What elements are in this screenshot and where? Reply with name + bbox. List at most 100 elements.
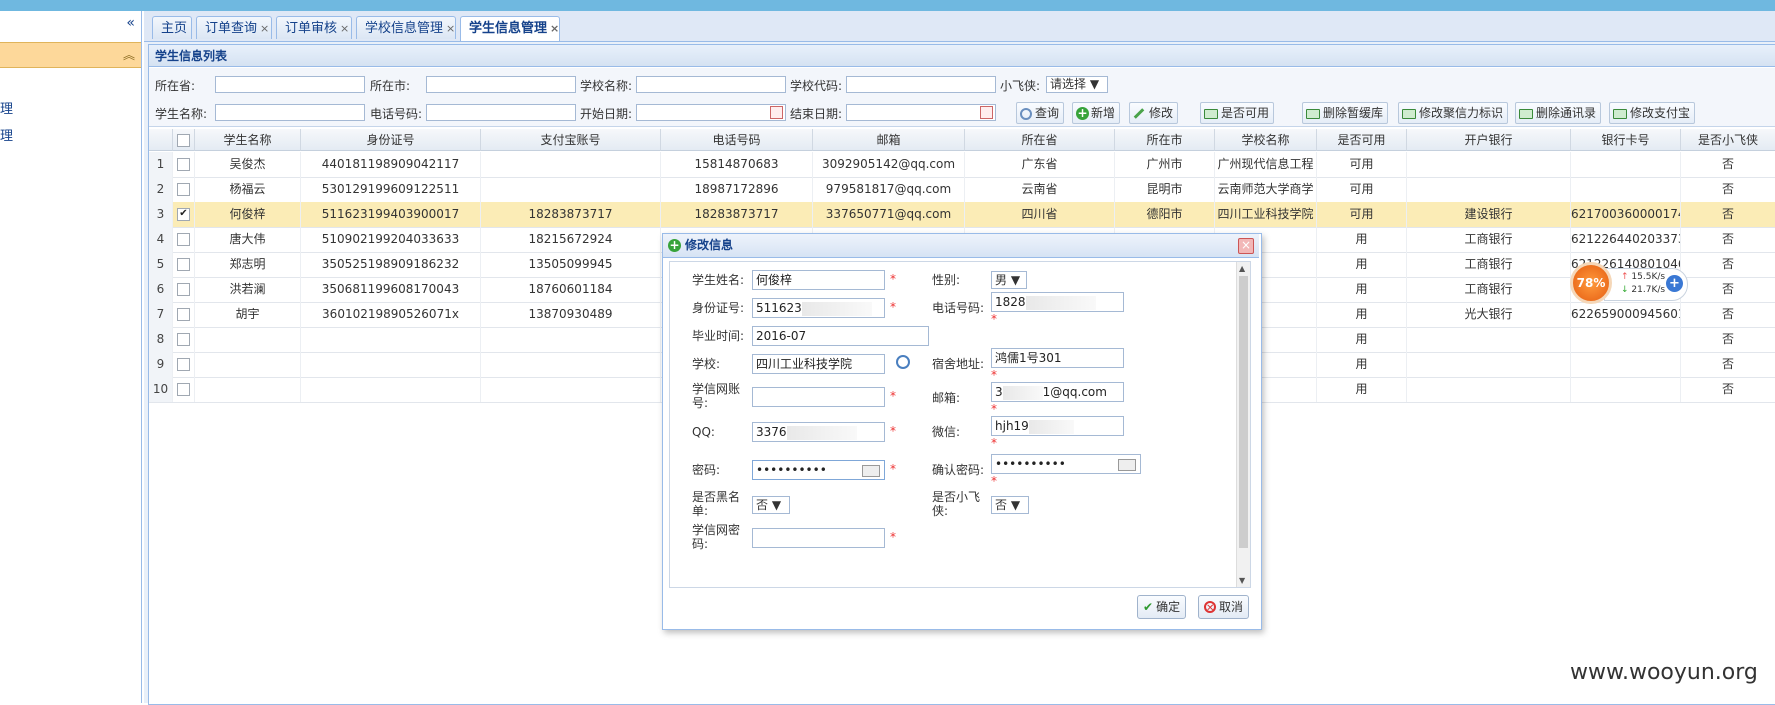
keyboard-icon[interactable] (862, 465, 880, 477)
row-checkbox[interactable] (177, 158, 190, 171)
tab-order-query[interactable]: 订单查询 × (196, 16, 272, 39)
sidebar-item[interactable]: 理 (0, 98, 13, 117)
xuexin-password-input[interactable] (752, 528, 885, 548)
double-chevron-left-icon[interactable]: « (126, 15, 135, 31)
city-input[interactable] (426, 76, 576, 93)
school-code-input[interactable] (846, 76, 996, 93)
row-checkbox[interactable] (177, 308, 190, 321)
select-all-checkbox[interactable] (177, 134, 190, 147)
row-checkbox-cell (173, 377, 195, 402)
edit-alipay-button[interactable]: 修改支付宝 (1609, 102, 1696, 124)
delete-temp-button[interactable]: 删除暂缓库 (1302, 102, 1389, 124)
tab-order-review[interactable]: 订单审核 × (276, 16, 352, 39)
edit-jxl-button[interactable]: 修改聚信力标识 (1398, 102, 1509, 124)
phone-input[interactable]: 1828 (991, 292, 1124, 312)
school-name-input[interactable] (636, 76, 786, 93)
table-cell (195, 377, 301, 402)
close-icon[interactable]: × (550, 22, 559, 35)
xuexin-account-input[interactable] (752, 387, 885, 407)
close-icon[interactable]: × (1238, 238, 1254, 254)
cancel-button[interactable]: ✕ 取消 (1198, 595, 1250, 619)
keyboard-icon[interactable] (1118, 459, 1136, 471)
column-header[interactable]: 学生名称 (195, 129, 301, 151)
row-checkbox[interactable] (177, 233, 190, 246)
idcard-input[interactable]: 511623 (752, 298, 885, 318)
column-header[interactable]: 学校名称 (1215, 129, 1317, 151)
table-cell: 否 (1681, 352, 1775, 377)
email-prefix: 3 (995, 385, 1003, 399)
row-checkbox[interactable] (177, 333, 190, 346)
gender-select[interactable]: 男 ▼ (991, 271, 1027, 289)
end-date-input[interactable] (846, 104, 996, 121)
add-label: 新增 (1091, 106, 1116, 120)
row-checkbox[interactable] (177, 183, 190, 196)
email-input[interactable]: 3 1@qq.com (991, 382, 1124, 402)
delete-contacts-button[interactable]: 删除通讯录 (1515, 102, 1602, 124)
close-icon[interactable]: × (340, 22, 349, 35)
scrollbar-thumb[interactable] (1239, 276, 1248, 548)
row-number: 7 (149, 302, 173, 327)
student-name-input[interactable] (215, 104, 365, 121)
table-row[interactable]: 2 杨福云 530129199609122511 18987172896 9795818… (149, 177, 1775, 203)
xiaofeixia-select[interactable]: 请选择 ▼ (1046, 76, 1108, 93)
confirm-password-input[interactable]: •••••••••• (991, 454, 1141, 474)
dialog-scrollbar[interactable]: ▲ ▼ (1236, 262, 1250, 587)
phone-input[interactable] (426, 104, 576, 121)
dorm-input[interactable]: 鸿儒1号301 (991, 348, 1124, 368)
double-chevron-up-icon[interactable]: ︽ (123, 46, 135, 63)
close-icon[interactable]: × (446, 22, 455, 35)
graduate-input[interactable]: 2016-07 (752, 326, 929, 346)
column-header[interactable]: 所在省 (965, 129, 1115, 151)
query-button[interactable]: 查询 (1016, 102, 1065, 124)
required-mark: * (991, 474, 997, 488)
close-icon[interactable]: × (260, 22, 269, 35)
speed-box: ↑ 15.5K/s ↓ 21.7K/s + (1604, 268, 1688, 301)
sidebar-accordion-header[interactable]: ︽ (0, 42, 141, 68)
enable-button[interactable]: 是否可用 (1200, 102, 1275, 124)
school-input[interactable]: 四川工业科技学院 (752, 354, 885, 374)
table-cell: 德阳市 (1115, 202, 1215, 227)
column-header[interactable]: 身份证号 (301, 129, 481, 151)
plus-icon[interactable]: + (1666, 275, 1683, 292)
row-checkbox[interactable] (177, 358, 190, 371)
calendar-icon[interactable] (770, 106, 783, 119)
blacklist-select[interactable]: 否 ▼ (752, 496, 790, 514)
edit-button[interactable]: 修改 (1129, 102, 1179, 124)
search-icon[interactable] (896, 355, 910, 369)
tab-student-info[interactable]: 学生信息管理 × (460, 16, 560, 41)
column-header[interactable]: 电话号码 (661, 129, 813, 151)
tab-home[interactable]: 主页 (152, 16, 192, 39)
province-input[interactable] (215, 76, 365, 93)
calendar-icon[interactable] (980, 106, 993, 119)
row-checkbox[interactable]: ✔ (177, 208, 190, 221)
row-checkbox[interactable] (177, 258, 190, 271)
column-header[interactable]: 支付宝账号 (481, 129, 661, 151)
column-header[interactable]: 邮箱 (813, 129, 965, 151)
dorm-label: 宿舍地址: (932, 357, 985, 371)
xiaofeixia-flag-select[interactable]: 否 ▼ (991, 496, 1029, 514)
row-checkbox[interactable] (177, 283, 190, 296)
sidebar-item[interactable]: 理 (0, 125, 13, 144)
name-input[interactable]: 何俊梓 (752, 270, 885, 290)
table-row[interactable]: 1 吴俊杰 440181198909042117 15814870683 3092905… (149, 152, 1775, 178)
network-speed-widget[interactable]: ↑ 15.5K/s ↓ 21.7K/s + 78% (1570, 262, 1692, 306)
column-header[interactable]: 是否小飞侠 (1681, 129, 1775, 151)
scroll-down-icon[interactable]: ▼ (1239, 576, 1245, 585)
wechat-input[interactable]: hjh19 (991, 416, 1124, 436)
add-button[interactable]: + 新增 (1072, 102, 1121, 124)
table-row[interactable]: 3 ✔ 何俊梓 511623199403900017 18283873717 182838… (149, 202, 1775, 228)
column-header[interactable]: 银行卡号 (1571, 129, 1681, 151)
table-cell: 3092905142@qq.com (813, 152, 965, 177)
row-number: 10 (149, 377, 173, 402)
tab-school-info[interactable]: 学校信息管理 × (356, 16, 456, 39)
row-checkbox[interactable] (177, 383, 190, 396)
column-header[interactable]: 是否可用 (1317, 129, 1407, 151)
start-date-input[interactable] (636, 104, 786, 121)
scroll-up-icon[interactable]: ▲ (1239, 264, 1245, 273)
password-input[interactable]: •••••••••• (752, 460, 885, 480)
column-header[interactable]: 开户银行 (1407, 129, 1571, 151)
column-header[interactable]: 所在市 (1115, 129, 1215, 151)
table-cell: 昆明市 (1115, 177, 1215, 202)
ok-button[interactable]: ✔ 确定 (1137, 595, 1187, 619)
qq-input[interactable]: 3376 (752, 422, 885, 442)
